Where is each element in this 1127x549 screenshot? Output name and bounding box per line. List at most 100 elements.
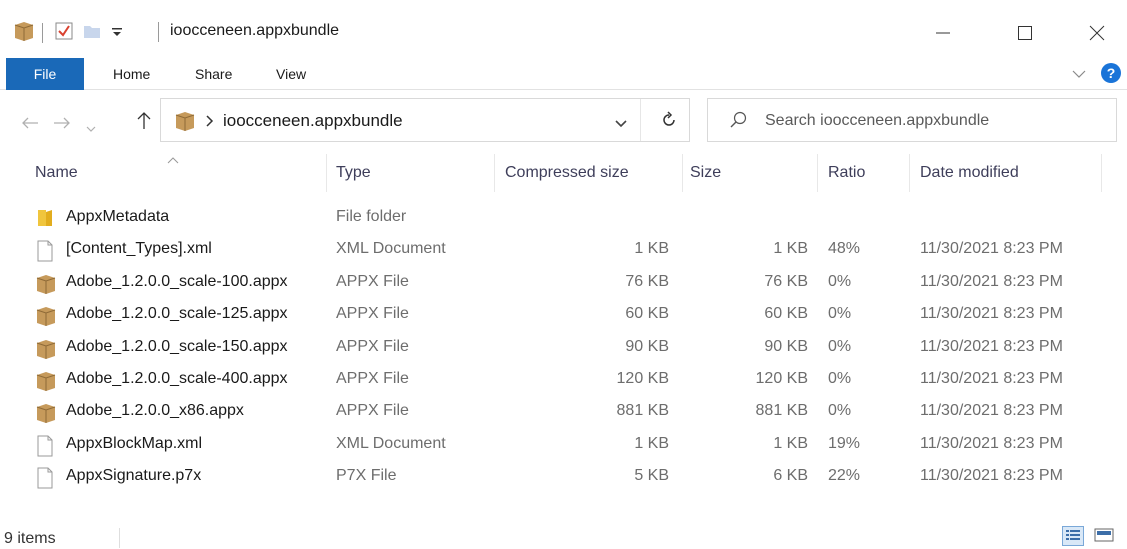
file-size: 76 KB <box>764 272 808 290</box>
column-header-name[interactable]: Name <box>35 164 78 182</box>
up-arrow-icon <box>137 112 151 129</box>
file-ratio: 22% <box>828 467 861 485</box>
file-date-modified: 11/30/2021 8:23 PM <box>920 370 1063 387</box>
divider <box>119 528 120 548</box>
file-date-modified: 11/30/2021 8:23 PM <box>920 467 1063 485</box>
column-header-size[interactable]: Size <box>690 164 721 182</box>
file-name: Adobe_1.2.0.0_scale-100.appx <box>66 272 288 290</box>
file-name: AppxSignature.p7x <box>66 467 202 485</box>
table-row[interactable]: AppxBlockMap.xml XML Document 1 KB 1 KB 19% 1… <box>0 429 1127 461</box>
file-compressed-size: 76 KB <box>625 272 669 290</box>
window-title: ioocceneen.appxbundle <box>170 22 340 39</box>
status-bar: 9 items <box>0 518 1127 549</box>
file-size: 120 KB <box>755 370 808 387</box>
tab-share[interactable]: Share <box>195 58 232 90</box>
table-row[interactable]: [Content_Types].xml XML Document 1 KB 1 KB 4… <box>0 234 1127 266</box>
column-header-date-modified[interactable]: Date modified <box>920 164 1019 182</box>
file-name: [Content_Types].xml <box>66 240 212 258</box>
details-view-button[interactable] <box>1062 526 1084 546</box>
file-ratio: 0% <box>828 337 852 355</box>
file-size: 1 KB <box>773 434 808 452</box>
file-size: 90 KB <box>764 337 808 355</box>
tab-file[interactable]: File <box>6 58 84 90</box>
search-input[interactable]: Search ioocceneen.appxbundle <box>707 98 1117 142</box>
new-folder-icon[interactable] <box>83 22 101 44</box>
file-name: AppxBlockMap.xml <box>66 434 203 452</box>
file-compressed-size: 881 KB <box>616 402 669 420</box>
divider <box>640 99 641 141</box>
table-row[interactable]: Adobe_1.2.0.0_scale-400.appx APPX File 120… <box>0 364 1127 396</box>
column-divider[interactable] <box>326 154 327 192</box>
column-divider[interactable] <box>1101 154 1102 192</box>
column-divider[interactable] <box>682 154 683 192</box>
file-ratio: 0% <box>828 305 852 323</box>
file-ratio: 19% <box>828 434 861 452</box>
up-button[interactable] <box>136 110 152 136</box>
ribbon: File Home Share View ? <box>0 58 1127 90</box>
address-bar[interactable]: ioocceneen.appxbundle <box>160 98 690 142</box>
sort-ascending-icon <box>167 151 179 168</box>
package-icon[interactable] <box>14 20 34 46</box>
column-divider[interactable] <box>909 154 910 192</box>
breadcrumb[interactable]: ioocceneen.appxbundle <box>223 111 403 131</box>
file-name: Adobe_1.2.0.0_scale-125.appx <box>66 305 288 323</box>
file-name: Adobe_1.2.0.0_scale-400.appx <box>66 370 288 387</box>
file-type: APPX File <box>336 370 409 387</box>
package-icon <box>36 338 56 359</box>
column-header-compressed-size[interactable]: Compressed size <box>505 164 629 182</box>
file-size: 1 KB <box>773 240 808 258</box>
file-type: APPX File <box>336 402 409 420</box>
maximize-icon <box>1018 26 1032 40</box>
table-row[interactable]: Adobe_1.2.0.0_scale-100.appx APPX File 76 … <box>0 267 1127 299</box>
help-icon[interactable]: ? <box>1100 62 1122 88</box>
expand-ribbon-icon[interactable] <box>1071 67 1087 84</box>
package-icon <box>36 370 56 391</box>
file-ratio: 0% <box>828 402 852 420</box>
chevron-down-icon <box>86 126 96 132</box>
column-header-type[interactable]: Type <box>336 164 371 182</box>
file-size: 881 KB <box>755 402 808 420</box>
file-date-modified: 11/30/2021 8:23 PM <box>920 337 1063 355</box>
file-date-modified: 11/30/2021 8:23 PM <box>920 434 1063 452</box>
minimize-button[interactable] <box>915 12 971 54</box>
search-icon <box>730 111 748 133</box>
tab-home[interactable]: Home <box>113 58 150 90</box>
title-bar: ioocceneen.appxbundle <box>0 0 1127 58</box>
back-button[interactable] <box>20 114 40 137</box>
file-type: APPX File <box>336 337 409 355</box>
refresh-icon[interactable] <box>660 111 678 133</box>
file-compressed-size: 5 KB <box>634 467 669 485</box>
file-type: APPX File <box>336 272 409 290</box>
file-type: XML Document <box>336 434 446 452</box>
breadcrumb-chevron-icon[interactable] <box>204 114 214 132</box>
quick-access-toolbar <box>14 19 123 47</box>
file-compressed-size: 1 KB <box>634 240 669 258</box>
customize-toolbar-icon[interactable] <box>111 25 123 42</box>
maximize-button[interactable] <box>997 12 1053 54</box>
file-compressed-size: 90 KB <box>625 337 669 355</box>
table-row[interactable]: Adobe_1.2.0.0_x86.appx APPX File 881 KB 881… <box>0 396 1127 428</box>
package-icon <box>175 110 195 136</box>
details-view-icon <box>1066 530 1080 540</box>
table-row[interactable]: AppxMetadata File folder <box>0 202 1127 234</box>
column-divider[interactable] <box>817 154 818 192</box>
package-icon <box>36 402 56 424</box>
close-button[interactable] <box>1069 12 1125 54</box>
package-icon <box>36 305 56 327</box>
navigation-bar: ioocceneen.appxbundle Search ioocceneen.… <box>0 90 1127 154</box>
column-header-ratio[interactable]: Ratio <box>828 164 865 182</box>
large-icons-view-button[interactable] <box>1093 526 1115 546</box>
recent-locations-button[interactable] <box>85 117 97 140</box>
tab-view[interactable]: View <box>276 58 306 90</box>
forward-button[interactable] <box>52 114 72 137</box>
table-row[interactable]: AppxSignature.p7x P7X File 5 KB 6 KB 22% 11/3… <box>0 461 1127 493</box>
file-ratio: 48% <box>828 240 861 258</box>
table-row[interactable]: Adobe_1.2.0.0_scale-150.appx APPX File 90 … <box>0 332 1127 364</box>
file-compressed-size: 1 KB <box>634 434 669 452</box>
table-row[interactable]: Adobe_1.2.0.0_scale-125.appx APPX File 60 … <box>0 299 1127 331</box>
svg-text:?: ? <box>1107 65 1116 81</box>
properties-icon[interactable] <box>55 22 73 44</box>
address-dropdown-icon[interactable] <box>614 116 628 133</box>
column-divider[interactable] <box>494 154 495 192</box>
search-placeholder: Search ioocceneen.appxbundle <box>765 112 990 129</box>
